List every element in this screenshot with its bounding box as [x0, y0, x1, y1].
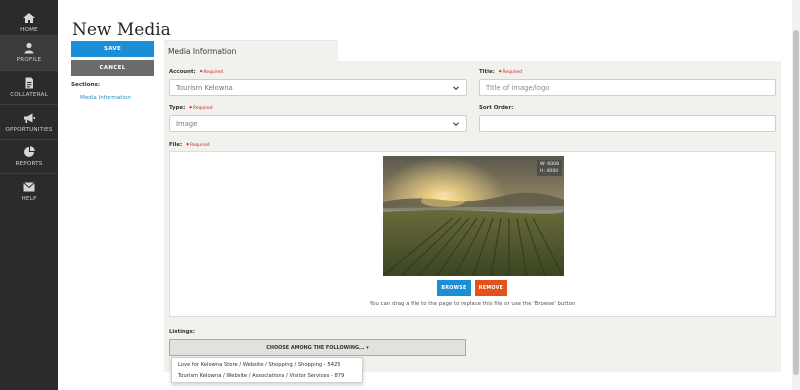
envelope-icon: [23, 182, 35, 192]
sort-order-input[interactable]: [479, 115, 776, 132]
nav-item-collateral[interactable]: COLLATERAL: [0, 71, 58, 105]
scrollbar-thumb[interactable]: [793, 30, 799, 375]
account-select-value: Tourism Kelowna: [176, 83, 233, 92]
section-link-media-information[interactable]: Media Information: [80, 95, 131, 101]
type-select[interactable]: Image: [169, 115, 467, 132]
cancel-button[interactable]: CANCEL: [71, 60, 154, 76]
vertical-scrollbar[interactable]: [792, 0, 800, 390]
listings-dropdown-button[interactable]: CHOOSE AMONG THE FOLLOWING... ▾: [169, 339, 466, 356]
user-icon: [24, 42, 34, 54]
required-indicator: Required: [200, 70, 223, 75]
nav-item-help[interactable]: HELP: [0, 175, 58, 209]
nav-divider: [0, 104, 58, 105]
file-label-text: File:: [169, 142, 183, 148]
page-title: New Media: [72, 20, 171, 40]
remove-button[interactable]: REMOVE: [475, 280, 507, 296]
nav-label-collateral: COLLATERAL: [10, 92, 48, 98]
listings-label: Listings:: [169, 329, 195, 335]
home-icon: [23, 13, 35, 23]
nav-item-reports[interactable]: REPORTS: [0, 140, 58, 174]
document-icon: [25, 77, 33, 89]
nav-label-help: HELP: [21, 196, 37, 202]
nav-item-profile[interactable]: PROFILE: [0, 36, 58, 70]
title-label-text: Title:: [479, 69, 495, 75]
image-preview: W: 6008 H: 4000: [383, 156, 564, 276]
sort-order-label: Sort Order:: [479, 105, 513, 111]
browse-button[interactable]: BROWSE: [437, 280, 471, 296]
chevron-down-icon: [453, 122, 459, 127]
nav-item-opportunities[interactable]: OPPORTUNITIES: [0, 106, 58, 140]
required-indicator: Required: [186, 143, 209, 148]
type-label-text: Type:: [169, 105, 186, 111]
nav-label-home: HOME: [20, 27, 38, 33]
type-select-value: Image: [176, 119, 198, 128]
account-label: Account: Required: [169, 69, 223, 75]
nav-label-profile: PROFILE: [16, 57, 42, 63]
sort-order-label-text: Sort Order:: [479, 105, 514, 111]
listings-label-text: Listings:: [169, 329, 195, 335]
account-select[interactable]: Tourism Kelowna: [169, 79, 467, 96]
tab-media-information[interactable]: Media Information: [164, 40, 338, 61]
sections-heading: Sections:: [71, 82, 101, 88]
dropdown-option[interactable]: Tourism Kelowna / Website / Associations…: [178, 373, 344, 379]
dropdown-option[interactable]: Love for Kelowna Store / Website / Shopp…: [178, 362, 341, 368]
image-width-text: W: 6008: [540, 162, 559, 167]
file-dropzone[interactable]: W: 6008 H: 4000: [169, 151, 776, 317]
account-label-text: Account:: [169, 69, 196, 75]
app: HOME PROFILE COLLATERAL OPPORTUNITIES RE…: [0, 0, 800, 390]
required-indicator: Required: [189, 106, 212, 111]
required-indicator: Required: [499, 70, 522, 75]
sidebar-nav: HOME PROFILE COLLATERAL OPPORTUNITIES RE…: [0, 0, 58, 390]
image-dimensions-badge: W: 6008 H: 4000: [537, 160, 562, 176]
nav-divider: [0, 173, 58, 174]
pie-chart-icon: [24, 146, 35, 157]
nav-label-reports: REPORTS: [15, 161, 43, 167]
nav-label-opportunities: OPPORTUNITIES: [5, 127, 53, 133]
title-input-placeholder: Title of image/logo: [486, 83, 550, 92]
type-label: Type:Required: [169, 105, 213, 111]
chevron-down-icon: [453, 86, 459, 91]
megaphone-icon: [24, 113, 35, 123]
save-button[interactable]: SAVE: [71, 41, 154, 57]
image-height-text: H: 4000: [540, 169, 559, 174]
title-input[interactable]: Title of image/logo: [479, 79, 776, 96]
listings-dropdown-menu: Love for Kelowna Store / Website / Shopp…: [171, 357, 363, 383]
file-label: File:Required: [169, 142, 210, 148]
title-label: Title: Required: [479, 69, 522, 75]
file-drop-hint: You can drag a file to the page to repla…: [369, 301, 576, 307]
